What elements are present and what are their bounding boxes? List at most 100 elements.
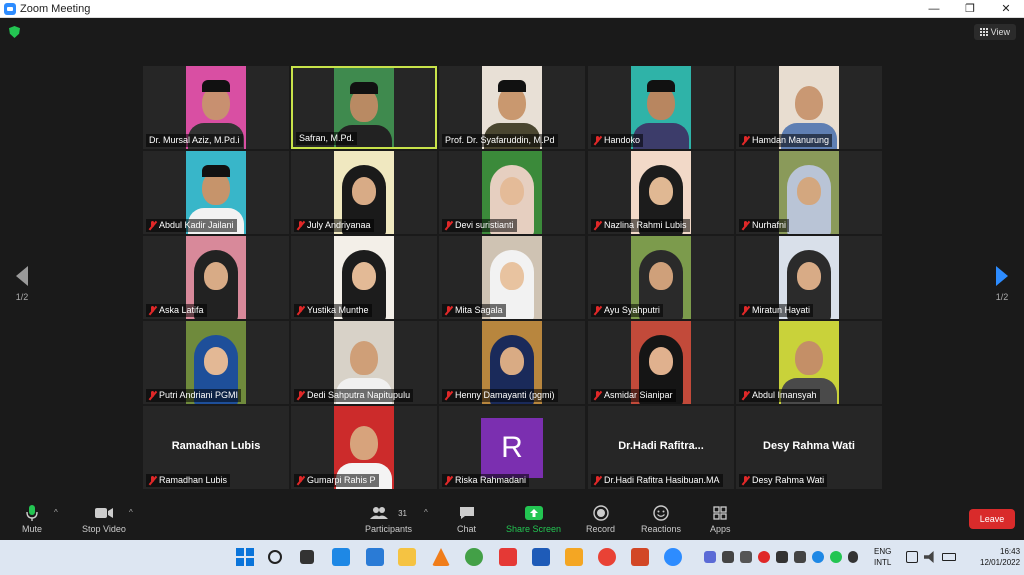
keyboard-language[interactable]: ENG INTL — [874, 546, 891, 568]
microphone-tray-icon[interactable] — [848, 551, 858, 563]
participants-count: 31 — [398, 508, 407, 518]
participant-tile[interactable]: Abdul Kadir Jailani — [143, 151, 289, 234]
muted-mic-icon — [149, 391, 156, 400]
muted-mic-icon — [297, 391, 304, 400]
participant-name: Miratun Hayati — [752, 305, 811, 315]
face-shape — [350, 341, 378, 375]
participant-tile[interactable]: Safran, M.Pd. — [291, 66, 437, 149]
participant-avatar: R — [481, 418, 543, 478]
participant-tile[interactable]: Handoko — [588, 66, 734, 149]
participant-tile[interactable]: Ayu Syahputri — [588, 236, 734, 319]
battery-icon[interactable] — [942, 553, 956, 561]
participant-tile[interactable]: Nurhafni — [736, 151, 882, 234]
share-screen-label: Share Screen — [506, 524, 562, 534]
participant-name: Devi suristianti — [455, 220, 514, 230]
teams-tray-icon[interactable] — [704, 551, 716, 563]
audio-options-caret[interactable]: ^ — [54, 508, 58, 517]
participant-tile[interactable]: Desy Rahma Wati Desy Rahma Wati — [736, 406, 882, 489]
restore-button[interactable]: ❐ — [952, 0, 988, 18]
cloud-tray-icon[interactable] — [740, 551, 752, 563]
arrow-right-icon — [996, 266, 1008, 286]
participant-tile[interactable]: Miratun Hayati — [736, 236, 882, 319]
sync-tray-icon[interactable] — [830, 551, 842, 563]
apps-button[interactable]: Apps — [710, 504, 731, 534]
zoom-taskbar-icon[interactable] — [664, 548, 682, 566]
participant-tile[interactable]: Abdul Imansyah — [736, 321, 882, 404]
record-icon — [592, 504, 609, 522]
bluetooth-icon[interactable] — [812, 551, 824, 563]
previous-page-button[interactable]: 1/2 — [10, 266, 34, 302]
cap-shape — [202, 165, 230, 177]
participants-options-caret[interactable]: ^ — [424, 508, 428, 517]
face-shape — [204, 262, 228, 290]
participant-tile[interactable]: Nazlina Rahmi Lubis — [588, 151, 734, 234]
participant-tile[interactable]: Hamdan Manurung — [736, 66, 882, 149]
next-page-button[interactable]: 1/2 — [990, 266, 1014, 302]
leave-button[interactable]: Leave — [969, 509, 1015, 529]
face-shape — [352, 262, 376, 290]
participant-name: Abdul Kadir Jailani — [159, 220, 234, 230]
stop-video-button[interactable]: Stop Video — [82, 504, 126, 534]
keyboard-layout: INTL — [874, 558, 892, 567]
participant-name: Gumarpi Rahis P — [307, 475, 376, 485]
camera-tray-icon[interactable] — [776, 551, 788, 563]
video-options-caret[interactable]: ^ — [129, 508, 133, 517]
participant-tile[interactable]: July Andriyanaa — [291, 151, 437, 234]
minimize-button[interactable]: — — [916, 0, 952, 18]
powerpoint-icon[interactable] — [631, 548, 649, 566]
participant-name: July Andriyanaa — [307, 220, 371, 230]
participant-name-label: Dedi Sahputra Napitupulu — [294, 389, 414, 402]
muted-mic-icon — [297, 221, 304, 230]
network-tray-icon[interactable] — [794, 551, 806, 563]
close-button[interactable]: ✕ — [988, 0, 1024, 18]
participant-tile[interactable]: Prof. Dr. Syafaruddin, M.Pd — [439, 66, 585, 149]
participant-tile[interactable]: Devi suristianti — [439, 151, 585, 234]
participant-tile[interactable]: Yustika Munthe — [291, 236, 437, 319]
participant-tile[interactable]: Ramadhan Lubis Ramadhan Lubis — [143, 406, 289, 489]
shield-icon[interactable] — [9, 26, 20, 38]
muted-mic-icon — [445, 306, 452, 315]
mute-button[interactable]: Mute — [22, 504, 42, 534]
file-explorer-icon[interactable] — [398, 548, 416, 566]
clock[interactable]: 16:43 12/01/2022 — [980, 546, 1020, 568]
muted-mic-icon — [149, 221, 156, 230]
participants-button[interactable]: 31 Participants — [365, 504, 412, 534]
participant-tile[interactable]: Gumarpi Rahis P — [291, 406, 437, 489]
participant-tile[interactable]: Mita Sagala — [439, 236, 585, 319]
chat-button[interactable]: Chat — [457, 504, 476, 534]
participant-tile[interactable]: Putri Andriani PGMI — [143, 321, 289, 404]
volume-icon[interactable] — [924, 551, 934, 563]
share-screen-button[interactable]: Share Screen — [506, 504, 561, 534]
windows-start-icon[interactable] — [236, 548, 254, 566]
pen-tray-icon[interactable] — [722, 551, 734, 563]
task-view-icon[interactable] — [300, 550, 314, 564]
window-title: Zoom Meeting — [20, 2, 91, 15]
participant-tile[interactable]: Dr. Mursal Aziz, M.Pd.i — [143, 66, 289, 149]
participant-name: Hamdan Manurung — [752, 135, 830, 145]
share-screen-icon — [524, 504, 543, 522]
pdf-reader-icon[interactable] — [499, 548, 517, 566]
windows-taskbar: ENG INTL 16:43 12/01/2022 — [0, 540, 1024, 575]
word-icon[interactable] — [532, 548, 550, 566]
antivirus-tray-icon[interactable] — [758, 551, 770, 563]
chrome-icon[interactable] — [598, 548, 616, 566]
vlc-icon[interactable] — [432, 548, 450, 566]
monitor-icon[interactable] — [906, 551, 918, 563]
widgets-icon[interactable] — [332, 548, 350, 566]
participant-tile[interactable]: Asmidar Sianipar — [588, 321, 734, 404]
participant-tile[interactable]: Henny Damayanti (pgmi) — [439, 321, 585, 404]
participant-tile[interactable]: Dr.Hadi Rafitra... Dr.Hadi Rafitra Hasibu… — [588, 406, 734, 489]
search-icon[interactable] — [268, 550, 282, 564]
media-player-icon[interactable] — [565, 548, 583, 566]
participant-display-name: Dr.Hadi Rafitra... — [618, 440, 704, 452]
reactions-button[interactable]: Reactions — [641, 504, 681, 534]
participant-tile[interactable]: Dedi Sahputra Napitupulu — [291, 321, 437, 404]
record-button[interactable]: Record — [586, 504, 615, 534]
participant-tile[interactable]: Aska Latifa — [143, 236, 289, 319]
view-button[interactable]: View — [973, 24, 1016, 40]
participant-name-label: Dr.Hadi Rafitra Hasibuan.MA — [591, 474, 723, 487]
edge-browser-icon[interactable] — [366, 548, 384, 566]
maps-app-icon[interactable] — [465, 548, 483, 566]
participant-tile[interactable]: R Riska Rahmadani — [439, 406, 585, 489]
participant-name: Riska Rahmadani — [455, 475, 527, 485]
